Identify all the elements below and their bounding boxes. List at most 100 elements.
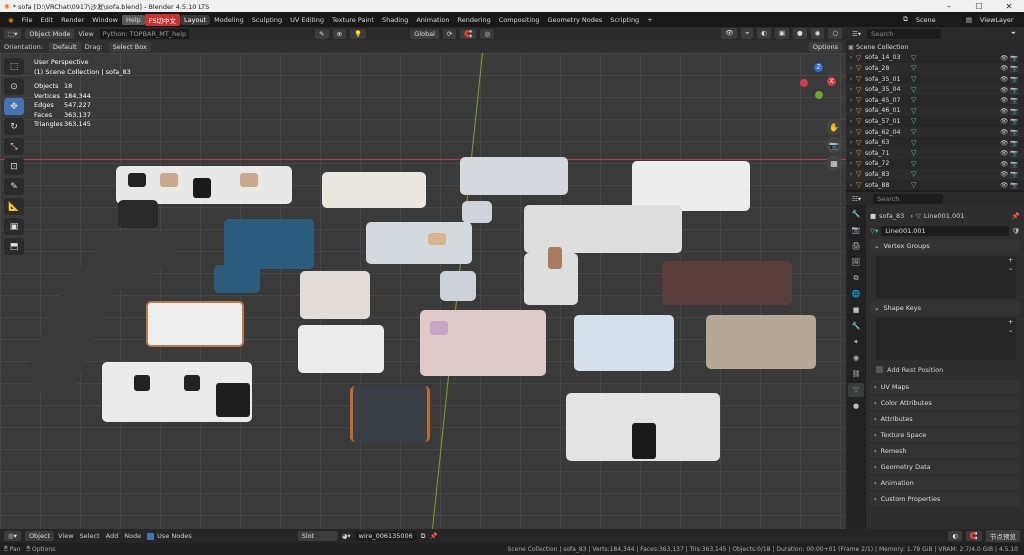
snap-icon[interactable]: 🧲: [460, 28, 477, 39]
xray-icon[interactable]: ▣: [774, 28, 789, 39]
outliner-object-row[interactable]: › ▽ sofa_35_04 ▽ 👁 📷: [846, 84, 1024, 95]
shading-rendered-icon[interactable]: ○: [828, 28, 842, 39]
sofa-model[interactable]: [322, 172, 426, 208]
light-bulb-icon[interactable]: 💡: [350, 28, 367, 39]
camera-icon[interactable]: 📷: [1010, 170, 1020, 178]
outliner-object-row[interactable]: › ▽ sofa_35_01 ▽ 👁 📷: [846, 74, 1024, 85]
expand-arrow-icon[interactable]: ›: [846, 171, 856, 178]
sofa-model[interactable]: [118, 200, 158, 228]
navigation-gizmo[interactable]: Z X: [798, 63, 838, 103]
sofa-model[interactable]: [298, 325, 384, 373]
camera-icon[interactable]: 📷: [1010, 75, 1020, 83]
sofa-model[interactable]: [662, 261, 792, 305]
pivot-icon[interactable]: ⟳: [442, 28, 457, 39]
outliner-object-row[interactable]: › ▽ sofa_14_03 ▽ 👁 📷: [846, 53, 1024, 64]
eye-icon[interactable]: 👁: [1000, 181, 1010, 189]
sofa-model[interactable]: [706, 315, 816, 369]
material-name-field[interactable]: wire_006135006: [354, 531, 417, 541]
x-axis-icon[interactable]: X: [827, 77, 836, 86]
overlay-toggle-icon[interactable]: ◐: [948, 531, 962, 541]
vertex-groups-panel-header[interactable]: ⌄ Vertex Groups: [870, 239, 1020, 253]
add-object-tool-icon[interactable]: ⬒: [4, 238, 24, 255]
camera-icon[interactable]: 📷: [1010, 160, 1020, 168]
annotate-tool-icon[interactable]: ✎: [4, 178, 24, 195]
workspace-tab-animation[interactable]: Animation: [412, 15, 453, 25]
workspace-tab-layout[interactable]: Layout: [180, 14, 211, 25]
mesh-browse-icon[interactable]: ▽▾: [870, 227, 878, 235]
outliner-object-row[interactable]: › ▽ sofa_88 ▽ 👁 📷: [846, 180, 1024, 191]
outliner-object-row[interactable]: › ▽ sofa_46_01 ▽ 👁 📷: [846, 105, 1024, 117]
transform-orientation-selector[interactable]: Global: [410, 28, 439, 39]
pin-icon[interactable]: 📌: [1012, 212, 1020, 220]
material-sphere-icon[interactable]: ◕▾: [342, 532, 351, 540]
menu-window[interactable]: Window: [88, 15, 122, 25]
constraints-tab-icon[interactable]: ⛓: [848, 367, 864, 381]
chevron-down-icon[interactable]: ⌄: [1008, 326, 1018, 334]
expand-arrow-icon[interactable]: ›: [846, 150, 856, 157]
proportional-edit-icon[interactable]: ◎: [480, 28, 495, 39]
workspace-tab-modeling[interactable]: Modeling: [210, 15, 248, 25]
outliner-object-row[interactable]: › ▽ sofa_45_07 ▽ 👁 📷: [846, 95, 1024, 106]
collapsed-panel-header[interactable]: › Remesh: [870, 444, 1020, 458]
negative-x-axis-icon[interactable]: [800, 79, 808, 87]
sofa-model[interactable]: [300, 271, 370, 319]
workspace-tab-scripting[interactable]: Scripting: [606, 15, 643, 25]
particles-tab-icon[interactable]: ✦: [848, 335, 864, 349]
blender-menu-icon[interactable]: ◉: [4, 15, 18, 25]
mesh-name-field[interactable]: Line001.001: [881, 225, 1009, 236]
add-icon[interactable]: +: [1008, 256, 1018, 264]
editor-type-icon[interactable]: ⬚▾: [4, 28, 22, 39]
tool-tab-icon[interactable]: 🔧: [848, 207, 864, 221]
grid-view-icon[interactable]: ▦: [826, 155, 842, 171]
coffee-table-model[interactable]: [350, 386, 430, 442]
expand-arrow-icon[interactable]: ›: [846, 139, 856, 146]
overlay-icon[interactable]: ◐: [757, 28, 771, 39]
sofa-model[interactable]: [214, 265, 260, 293]
camera-icon[interactable]: 📷: [1010, 64, 1020, 72]
expand-arrow-icon[interactable]: ›: [846, 65, 856, 72]
workspace-tab-rendering[interactable]: Rendering: [454, 15, 495, 25]
camera-icon[interactable]: 📷: [1010, 54, 1020, 62]
sofa-model[interactable]: [460, 157, 568, 195]
collapsed-panel-header[interactable]: › Custom Properties: [870, 492, 1020, 506]
sofa-model[interactable]: [366, 222, 472, 264]
z-axis-icon[interactable]: Z: [814, 63, 823, 72]
sofa-model[interactable]: [224, 219, 314, 269]
collapsed-panel-header[interactable]: › Texture Space: [870, 428, 1020, 442]
close-button[interactable]: ✕: [994, 2, 1024, 11]
transform-tool-icon[interactable]: ⊡: [4, 158, 24, 175]
pin-icon[interactable]: 📌: [429, 532, 437, 540]
pan-hand-icon[interactable]: ✋: [826, 119, 842, 135]
gizmo-icon[interactable]: ⌖: [741, 28, 754, 39]
fake-user-icon[interactable]: 🛡: [1012, 227, 1020, 235]
eye-icon[interactable]: 👁: [1000, 64, 1010, 72]
globe-icon[interactable]: ⊕: [332, 28, 347, 39]
camera-icon[interactable]: 📷: [1010, 86, 1020, 94]
camera-view-icon[interactable]: 📷: [826, 137, 842, 153]
eye-icon[interactable]: 👁: [1000, 117, 1010, 125]
chevron-down-icon[interactable]: ⌄: [1008, 264, 1018, 272]
measure-tool-icon[interactable]: 📐: [4, 198, 24, 215]
collapsed-panel-header[interactable]: › Color Attributes: [870, 396, 1020, 410]
view-menu[interactable]: View: [78, 30, 93, 38]
node-editor-type-icon[interactable]: ◎▾: [4, 531, 21, 541]
cursor-tool-icon[interactable]: ⊙: [4, 78, 24, 95]
expand-arrow-icon[interactable]: ›: [846, 182, 856, 189]
outliner-object-row[interactable]: › ▽ sofa_57_01 ▽ 👁 📷: [846, 116, 1024, 127]
node-menu-node[interactable]: Node: [124, 532, 141, 540]
properties-search-input[interactable]: Search: [873, 193, 944, 204]
expand-arrow-icon[interactable]: ›: [846, 129, 856, 136]
collapsed-panel-header[interactable]: › UV Maps: [870, 380, 1020, 394]
scene-selector[interactable]: Scene: [911, 14, 962, 25]
sofa-model[interactable]: [632, 161, 750, 211]
shader-type-selector[interactable]: Object: [24, 531, 55, 541]
sofa-model[interactable]: [146, 301, 244, 347]
scene-tab-icon[interactable]: ⧉: [848, 271, 864, 285]
add-workspace-icon[interactable]: +: [643, 15, 656, 25]
add-cube-tool-icon[interactable]: ▣: [4, 218, 24, 235]
select-box-tool-icon[interactable]: ⬚: [4, 58, 24, 75]
expand-arrow-icon[interactable]: ›: [846, 54, 856, 61]
move-tool-icon[interactable]: ✥: [4, 98, 24, 115]
scale-tool-icon[interactable]: ⤡: [4, 138, 24, 155]
3d-viewport[interactable]: ⬚ ⊙ ✥ ↻ ⤡ ⊡ ✎ 📐 ▣ ⬒ User Perspective (1)…: [0, 53, 846, 529]
